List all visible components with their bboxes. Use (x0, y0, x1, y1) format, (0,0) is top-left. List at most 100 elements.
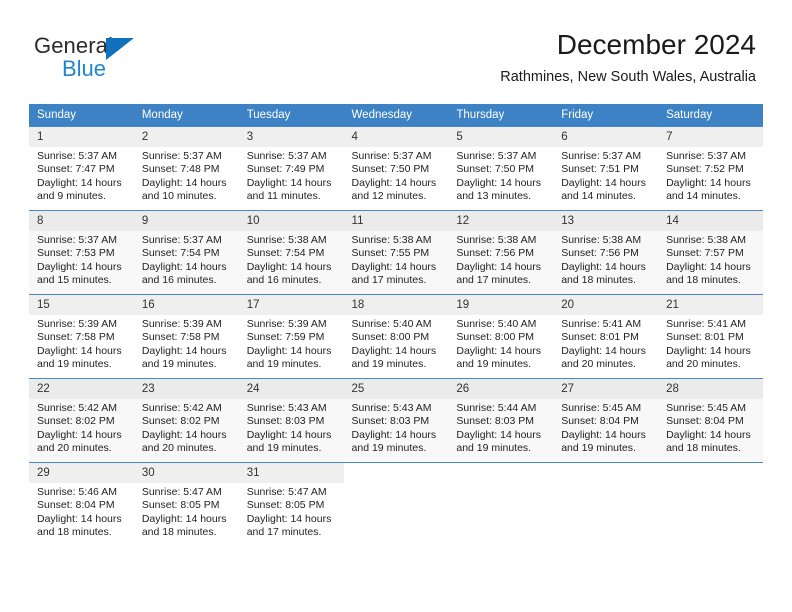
sunset-text: Sunset: 8:04 PM (666, 415, 744, 428)
sunrise-text: Sunrise: 5:37 AM (246, 150, 327, 162)
weekday-header-thursday: Thursday (448, 104, 554, 127)
sunrise-text: Sunrise: 5:42 AM (141, 402, 222, 414)
day-number: 17 (238, 295, 344, 315)
calendar-day-cell[interactable]: 1 Sunrise: 5:37 AM Sunset: 7:47 PM Daylight… (29, 126, 134, 211)
sunset-text: Sunset: 7:50 PM (456, 163, 535, 176)
calendar-day-cell[interactable]: 30 Sunrise: 5:47 AM Sunset: 8:05 PM Dayligh… (133, 462, 239, 546)
sunrise-text: Sunrise: 5:38 AM (456, 234, 537, 246)
sunrise-text: Sunrise: 5:45 AM (561, 402, 642, 414)
sunset-text: Sunset: 7:53 PM (37, 247, 115, 260)
calendar-day-cell[interactable]: 20 Sunrise: 5:41 AM Sunset: 8:01 PM Dayligh… (553, 294, 659, 379)
daylight-text-line2: and 17 minutes. (456, 273, 532, 286)
day-cell-inner: 9 Sunrise: 5:37 AM Sunset: 7:54 PM Daylight… (133, 211, 239, 294)
calendar-day-cell[interactable]: 24 Sunrise: 5:43 AM Sunset: 8:03 PM Dayligh… (238, 378, 344, 463)
day-number: 22 (29, 379, 134, 399)
sunrise-text: Sunrise: 5:37 AM (351, 150, 432, 162)
calendar-day-cell[interactable]: 5 Sunrise: 5:37 AM Sunset: 7:50 PM Daylight… (448, 126, 554, 211)
page-title: December 2024 (556, 29, 756, 60)
day-cell-inner: 19 Sunrise: 5:40 AM Sunset: 8:00 PM Dayligh… (448, 295, 554, 378)
calendar-day-cell[interactable]: 12 Sunrise: 5:38 AM Sunset: 7:56 PM Dayligh… (448, 210, 554, 295)
sunset-text: Sunset: 7:54 PM (141, 247, 220, 260)
calendar-day-cell[interactable]: 18 Sunrise: 5:40 AM Sunset: 8:00 PM Dayligh… (343, 294, 449, 379)
day-details: Sunrise: 5:47 AM Sunset: 8:05 PM Daylight:… (239, 483, 344, 539)
day-details: Sunrise: 5:47 AM Sunset: 8:05 PM Daylight:… (134, 483, 239, 539)
day-details: Sunrise: 5:39 AM Sunset: 7:58 PM Daylight:… (134, 315, 239, 371)
daylight-text-line1: Daylight: 14 hours (666, 176, 751, 189)
calendar-day-cell[interactable]: 31 Sunrise: 5:47 AM Sunset: 8:05 PM Dayligh… (238, 462, 344, 546)
sunset-text: Sunset: 8:05 PM (141, 499, 220, 512)
calendar-day-cell[interactable]: 23 Sunrise: 5:42 AM Sunset: 8:02 PM Dayligh… (133, 378, 239, 463)
daylight-text-line2: and 18 minutes. (666, 273, 741, 286)
daylight-text-line1: Daylight: 14 hours (351, 176, 437, 189)
day-number: 24 (238, 379, 344, 399)
daylight-text-line2: and 20 minutes. (561, 357, 636, 370)
sunset-text: Sunset: 8:03 PM (456, 415, 535, 428)
calendar-day-cell[interactable]: 19 Sunrise: 5:40 AM Sunset: 8:00 PM Dayligh… (448, 294, 554, 379)
sunrise-text: Sunrise: 5:47 AM (246, 486, 327, 498)
sunset-text: Sunset: 7:48 PM (141, 163, 220, 176)
daylight-text-line2: and 16 minutes. (246, 273, 322, 286)
day-cell-inner: 4 Sunrise: 5:37 AM Sunset: 7:50 PM Daylight… (343, 127, 449, 210)
calendar-day-cell[interactable]: 17 Sunrise: 5:39 AM Sunset: 7:59 PM Dayligh… (238, 294, 344, 379)
daylight-text-line2: and 16 minutes. (141, 273, 217, 286)
calendar-day-cell[interactable]: 26 Sunrise: 5:44 AM Sunset: 8:03 PM Dayligh… (448, 378, 554, 463)
calendar-day-cell[interactable]: 15 Sunrise: 5:39 AM Sunset: 7:58 PM Dayligh… (29, 294, 134, 379)
weekday-header-tuesday: Tuesday (238, 104, 344, 127)
day-number: 5 (448, 127, 554, 147)
day-number: 27 (553, 379, 659, 399)
daylight-text-line1: Daylight: 14 hours (141, 176, 227, 189)
day-details: Sunrise: 5:40 AM Sunset: 8:00 PM Daylight:… (448, 315, 553, 371)
calendar-day-cell[interactable]: 16 Sunrise: 5:39 AM Sunset: 7:58 PM Dayligh… (133, 294, 239, 379)
calendar-day-cell[interactable]: 6 Sunrise: 5:37 AM Sunset: 7:51 PM Daylight… (553, 126, 659, 211)
day-cell-inner: 6 Sunrise: 5:37 AM Sunset: 7:51 PM Daylight… (553, 127, 659, 210)
daylight-text-line1: Daylight: 14 hours (141, 512, 227, 525)
daylight-text-line1: Daylight: 14 hours (351, 428, 437, 441)
day-number: 20 (553, 295, 659, 315)
calendar-day-cell[interactable]: 8 Sunrise: 5:37 AM Sunset: 7:53 PM Daylight… (29, 210, 134, 295)
calendar-day-cell[interactable]: 22 Sunrise: 5:42 AM Sunset: 8:02 PM Dayligh… (29, 378, 134, 463)
sunset-text: Sunset: 7:52 PM (666, 163, 744, 176)
day-number: 19 (448, 295, 554, 315)
day-cell-inner: 22 Sunrise: 5:42 AM Sunset: 8:02 PM Dayligh… (29, 379, 134, 462)
day-cell-inner: 17 Sunrise: 5:39 AM Sunset: 7:59 PM Dayligh… (238, 295, 344, 378)
sunrise-text: Sunrise: 5:38 AM (246, 234, 327, 246)
day-details: Sunrise: 5:37 AM Sunset: 7:49 PM Daylight:… (239, 147, 344, 203)
day-details: Sunrise: 5:38 AM Sunset: 7:56 PM Daylight:… (448, 231, 553, 287)
day-cell-inner: 3 Sunrise: 5:37 AM Sunset: 7:49 PM Daylight… (238, 127, 344, 210)
day-cell-inner: 24 Sunrise: 5:43 AM Sunset: 8:03 PM Dayligh… (238, 379, 344, 462)
calendar-day-cell[interactable]: 4 Sunrise: 5:37 AM Sunset: 7:50 PM Daylight… (343, 126, 449, 211)
calendar-day-cell[interactable]: 3 Sunrise: 5:37 AM Sunset: 7:49 PM Daylight… (238, 126, 344, 211)
calendar-day-cell[interactable]: 13 Sunrise: 5:38 AM Sunset: 7:56 PM Dayligh… (553, 210, 659, 295)
calendar-day-cell[interactable]: 25 Sunrise: 5:43 AM Sunset: 8:03 PM Dayligh… (343, 378, 449, 463)
brand-logo[interactable]: General Blue (34, 33, 244, 85)
calendar-day-cell[interactable]: 10 Sunrise: 5:38 AM Sunset: 7:54 PM Dayligh… (238, 210, 344, 295)
sunrise-text: Sunrise: 5:37 AM (141, 234, 222, 246)
day-cell-inner: 27 Sunrise: 5:45 AM Sunset: 8:04 PM Dayligh… (553, 379, 659, 462)
calendar-day-cell[interactable]: 21 Sunrise: 5:41 AM Sunset: 8:01 PM Dayligh… (658, 294, 763, 379)
day-details: Sunrise: 5:39 AM Sunset: 7:58 PM Daylight:… (29, 315, 134, 371)
calendar-day-cell[interactable]: 29 Sunrise: 5:46 AM Sunset: 8:04 PM Dayligh… (29, 462, 134, 546)
day-details: Sunrise: 5:38 AM Sunset: 7:57 PM Daylight:… (658, 231, 763, 287)
day-number: 1 (29, 127, 134, 147)
calendar-day-cell[interactable]: 11 Sunrise: 5:38 AM Sunset: 7:55 PM Dayligh… (343, 210, 449, 295)
day-cell-inner: 25 Sunrise: 5:43 AM Sunset: 8:03 PM Dayligh… (343, 379, 449, 462)
weekday-header-friday: Friday (553, 104, 659, 127)
sunset-text: Sunset: 7:51 PM (561, 163, 639, 176)
sunrise-text: Sunrise: 5:39 AM (246, 318, 327, 330)
day-details: Sunrise: 5:37 AM Sunset: 7:54 PM Daylight:… (134, 231, 239, 287)
daylight-text-line2: and 18 minutes. (666, 441, 741, 454)
calendar-day-cell[interactable]: 14 Sunrise: 5:38 AM Sunset: 7:57 PM Dayligh… (658, 210, 763, 295)
sunset-text: Sunset: 8:00 PM (456, 331, 535, 344)
day-cell-inner (553, 463, 658, 546)
calendar-day-cell[interactable]: 9 Sunrise: 5:37 AM Sunset: 7:54 PM Daylight… (133, 210, 239, 295)
sunset-text: Sunset: 7:47 PM (37, 163, 115, 176)
calendar-day-cell[interactable]: 7 Sunrise: 5:37 AM Sunset: 7:52 PM Daylight… (658, 126, 763, 211)
day-details: Sunrise: 5:45 AM Sunset: 8:04 PM Daylight:… (658, 399, 763, 455)
day-details: Sunrise: 5:37 AM Sunset: 7:50 PM Daylight:… (448, 147, 553, 203)
calendar-day-cell[interactable]: 27 Sunrise: 5:45 AM Sunset: 8:04 PM Dayligh… (553, 378, 659, 463)
day-cell-inner: 2 Sunrise: 5:37 AM Sunset: 7:48 PM Daylight… (133, 127, 239, 210)
calendar-day-cell[interactable]: 28 Sunrise: 5:45 AM Sunset: 8:04 PM Dayligh… (658, 378, 763, 463)
calendar-day-cell[interactable]: 2 Sunrise: 5:37 AM Sunset: 7:48 PM Daylight… (133, 126, 239, 211)
day-number: 31 (238, 463, 344, 483)
title-block: December 2024 Rathmines, New South Wales… (500, 28, 756, 87)
